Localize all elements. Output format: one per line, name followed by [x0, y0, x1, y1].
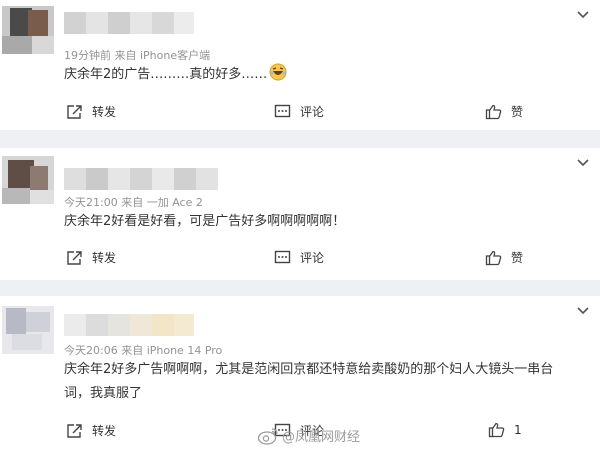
like-button[interactable]: 赞	[485, 103, 523, 120]
username-blurred[interactable]	[64, 12, 194, 34]
avatar[interactable]	[2, 156, 54, 204]
comment-card: 19分钟前 来自 iPhone客户端 庆余年2的广告………真的好多…… 转发 评…	[0, 0, 600, 130]
repost-icon	[67, 104, 82, 119]
avatar[interactable]	[2, 306, 54, 354]
thumbs-up-icon	[488, 422, 505, 438]
comment-meta: 今天20:06 来自 iPhone 14 Pro	[64, 344, 223, 357]
comment-icon	[274, 104, 291, 117]
comment-card: 今天21:00 来自 一加 Ace 2 庆余年2好看是好看，可是广告好多啊啊啊啊…	[0, 148, 600, 280]
thumbs-up-icon	[485, 104, 502, 119]
comment-text: 庆余年2好多广告啊啊啊，尤其是范闲回京都还特意给卖酸奶的那个妇人大镜头一串台 词…	[64, 362, 554, 401]
avatar[interactable]	[2, 6, 54, 54]
repost-icon	[67, 250, 82, 265]
laughing-emoji	[269, 63, 287, 81]
comment-text: 庆余年2好看是好看，可是广告好多啊啊啊啊啊！	[64, 214, 346, 229]
repost-button[interactable]: 转发	[66, 249, 116, 266]
repost-icon	[67, 423, 82, 438]
chevron-down-icon[interactable]	[576, 10, 590, 20]
watermark: @凤凰网财经	[257, 426, 360, 445]
comment-icon	[274, 250, 291, 263]
comment-button[interactable]: 评论	[274, 249, 324, 266]
repost-button[interactable]: 转发	[66, 422, 116, 439]
comment-meta: 今天21:00 来自 一加 Ace 2	[64, 196, 203, 209]
username-blurred[interactable]	[64, 314, 194, 336]
comment-button[interactable]: 评论	[274, 103, 324, 120]
repost-button[interactable]: 转发	[66, 103, 116, 120]
username-blurred[interactable]	[64, 168, 218, 190]
like-button[interactable]: 1	[488, 422, 522, 438]
weibo-logo-icon	[257, 427, 278, 445]
chevron-down-icon[interactable]	[576, 158, 590, 168]
like-button[interactable]: 赞	[485, 249, 523, 266]
thumbs-up-icon	[485, 250, 502, 265]
comment-text: 庆余年2的广告………真的好多……	[64, 63, 576, 87]
comment-meta: 19分钟前 来自 iPhone客户端	[64, 49, 211, 62]
chevron-down-icon[interactable]	[576, 306, 590, 316]
